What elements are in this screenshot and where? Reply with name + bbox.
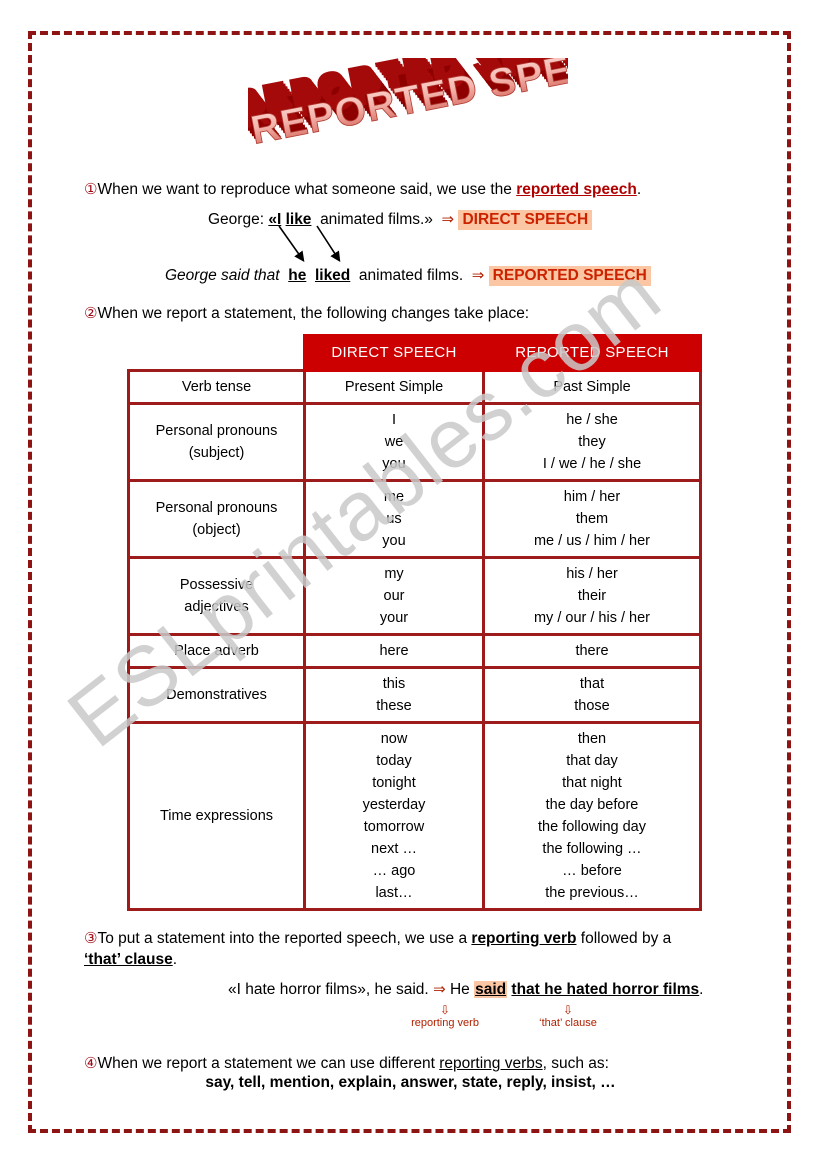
table-cell-reported: that those [482,666,702,724]
direct-speech-tag: DIRECT SPEECH [458,210,593,230]
that-clause-text: that he hated horror films [511,981,700,998]
section-three-example: «I hate horror films», he said. ⇒ He sai… [228,979,703,1000]
table-header-reported: REPORTED SPEECH [482,334,702,372]
section-four-paragraph: ④When we report a statement we can use d… [84,1053,609,1074]
table-row: Personal pronouns (subject) I we you he / … [127,402,702,482]
section-three-emphasis-1: reporting verb [471,930,577,947]
section-three-text-1: To put a statement into the reported spe… [97,930,472,947]
example-reported-line: George said that he liked animated films… [165,265,651,286]
table-row: Verb tense Present Simple Past Simple [127,369,702,405]
section-two-marker: ② [84,304,98,322]
table-cell-reported: him / her them me / us / him / her [482,479,702,559]
table-row: Time expressions now today tonight yester… [127,721,702,911]
section-four-emphasis: reporting verbs [439,1055,543,1072]
reported-speech-tag: REPORTED SPEECH [488,266,651,286]
table-cell-reported: his / her their my / our / his / her [482,556,702,636]
table-row: Personal pronouns (object) me us you him /… [127,479,702,559]
table-body: Verb tense Present Simple Past Simple Perso… [127,369,702,911]
example-reported-lead: George said that [165,267,280,284]
reporting-verb-highlight: said [474,981,508,998]
worksheet-content: REPORTED SPEECH REPORTED SPEECH REPORTED… [0,0,821,1169]
table-cell-label: Demonstratives [127,666,306,724]
section-three-example-he: He [449,981,470,998]
reporting-verbs-list: say, tell, mention, explain, answer, sta… [205,1074,616,1091]
section-three-annotations: ⇩ reporting verb ⇩ ‘that’ clause [390,1004,640,1036]
table-cell-label: Verb tense [127,369,306,405]
table-cell-direct: Present Simple [303,369,485,405]
table-cell-label: Personal pronouns (subject) [127,402,306,482]
title-wordart-svg: REPORTED SPEECH REPORTED SPEECH REPORTED… [248,58,568,153]
table-row: Possessive adjectives my our your his / he… [127,556,702,636]
section-four-text-after: , such as: [542,1055,609,1072]
title-wordart: REPORTED SPEECH REPORTED SPEECH REPORTED… [248,58,568,163]
section-three-marker: ③ [84,929,98,947]
example-reported-verb: liked [314,267,351,284]
table-cell-reported: there [482,633,702,669]
right-arrow-icon-3: ⇒ [433,980,446,998]
section-two-text: When we report a statement, the followin… [97,305,530,322]
section-three-emphasis-2: ‘that’ clause [84,951,173,968]
down-arrow-icon-left: ⇩ [439,1003,451,1017]
table-header-direct: DIRECT SPEECH [303,334,485,372]
section-three-text-3: . [172,951,178,968]
right-arrow-icon-2: ⇒ [471,266,485,284]
section-three-text-2: followed by a [576,930,672,947]
table-cell-label: Time expressions [127,721,306,911]
table-row: Place adverb here there [127,633,702,669]
section-four-marker: ④ [84,1054,98,1072]
down-arrow-icon-right: ⇩ [562,1003,574,1017]
example-reported-pronoun: he [288,267,307,284]
section-three-example-period: . [699,981,704,998]
section-three-paragraph: ③To put a statement into the reported sp… [84,928,710,970]
table-cell-label: Place adverb [127,633,306,669]
table-cell-direct: this these [303,666,485,724]
changes-table: DIRECT SPEECH REPORTED SPEECH Verb tense… [127,334,702,911]
annotation-reporting-verb: ⇩ reporting verb [390,1004,500,1030]
table-row: Demonstratives this these that those [127,666,702,724]
section-one-text-before: When we want to reproduce what someone s… [97,181,517,198]
section-one-paragraph: ①When we want to reproduce what someone … [84,179,641,200]
table-cell-reported: he / she they I / we / he / she [482,402,702,482]
section-one-marker: ① [84,180,98,198]
arrow-i-to-he-icon [278,225,305,262]
table-cell-label: Possessive adjectives [127,556,306,636]
table-header-blank [129,336,305,371]
table-cell-label: Personal pronouns (object) [127,479,306,559]
changes-table-element: DIRECT SPEECH REPORTED SPEECH Verb tense… [127,334,702,911]
table-cell-direct: now today tonight yesterday tomorrow nex… [303,721,485,911]
table-cell-direct: my our your [303,556,485,636]
table-cell-reported: then that day that night the day before … [482,721,702,911]
right-arrow-icon: ⇒ [441,210,455,228]
example-speaker: George: [208,211,265,228]
annotation-that-clause-label: ‘that’ clause [539,1017,597,1029]
section-three-example-direct: «I hate horror films», he said. [228,981,429,998]
section-two-paragraph: ②When we report a statement, the followi… [84,303,529,324]
table-cell-direct: I we you [303,402,485,482]
annotation-reporting-verb-label: reporting verb [411,1017,479,1029]
table-cell-direct: me us you [303,479,485,559]
annotation-that-clause: ⇩ ‘that’ clause [508,1004,628,1030]
arrow-like-to-liked-icon [316,225,341,263]
example-reported-rest: animated films. [358,267,464,284]
section-one-text-after: . [636,181,642,198]
table-cell-direct: here [303,633,485,669]
section-one-emphasis: reported speech [516,181,637,198]
section-four-text-before: When we report a statement we can use di… [97,1055,440,1072]
table-cell-reported: Past Simple [482,369,702,405]
table-header-row: DIRECT SPEECH REPORTED SPEECH [129,334,702,372]
